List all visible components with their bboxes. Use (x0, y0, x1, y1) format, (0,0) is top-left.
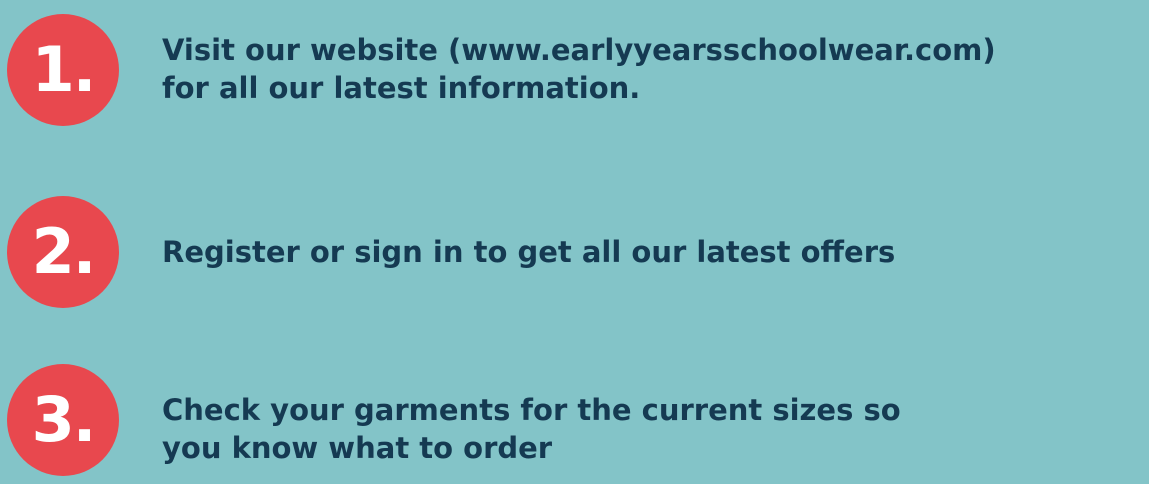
step-1-text: Visit our website (www.earlyyearsschoolw… (162, 31, 1147, 107)
step-3-text-line-2: you know what to order (162, 431, 553, 465)
step-1: 1. Visit our website (www.earlyyearsscho… (0, 14, 1149, 134)
step-3-text: Check your garments for the current size… (162, 391, 1147, 467)
step-1-number-badge: 1. (7, 14, 119, 126)
step-3: 3. Check your garments for the current s… (0, 364, 1149, 484)
step-2-text-line-1: Register or sign in to get all our lates… (162, 235, 896, 269)
step-1-text-line-2: for all our latest information. (162, 71, 641, 105)
step-1-text-line-1: Visit our website (www.earlyyearsschoolw… (162, 33, 996, 67)
step-2-text: Register or sign in to get all our lates… (162, 233, 1147, 271)
step-3-number-badge: 3. (7, 364, 119, 476)
step-2: 2. Register or sign in to get all our la… (0, 196, 1149, 316)
step-2-number-badge: 2. (7, 196, 119, 308)
step-3-text-line-1: Check your garments for the current size… (162, 393, 901, 427)
